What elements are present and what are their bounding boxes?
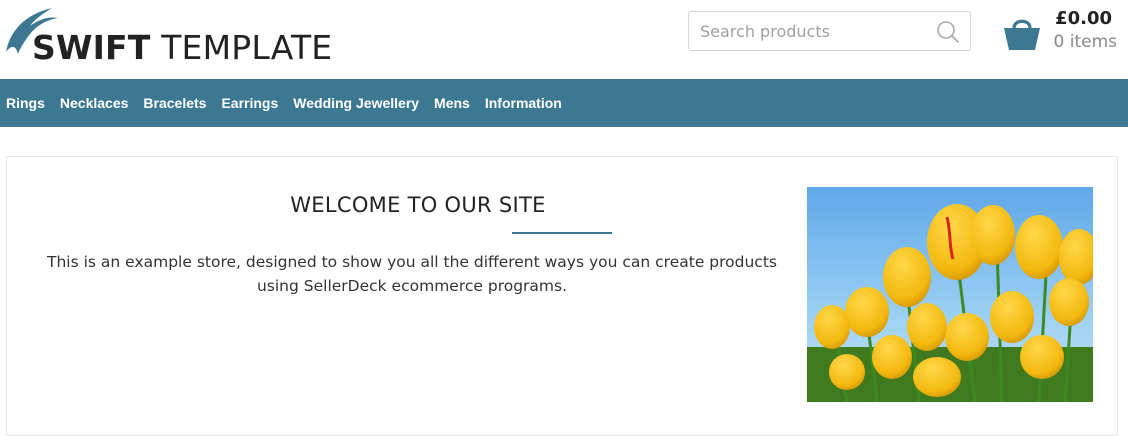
nav-item-information[interactable]: Information — [485, 95, 562, 111]
logo-text: SWIFT TEMPLATE — [32, 28, 333, 67]
site-header: SWIFT TEMPLATE £0.00 0 items — [0, 0, 1128, 79]
nav-item-necklaces[interactable]: Necklaces — [60, 95, 129, 111]
cart-item-count[interactable]: 0 items — [1054, 32, 1117, 52]
search-input[interactable] — [700, 20, 925, 42]
nav-item-wedding-jewellery[interactable]: Wedding Jewellery — [293, 95, 419, 111]
welcome-panel: WELCOME TO OUR SITE This is an example s… — [6, 156, 1118, 436]
basket-icon[interactable] — [1003, 14, 1041, 52]
site-logo[interactable]: SWIFT TEMPLATE — [4, 4, 332, 70]
main-navigation: Rings Necklaces Bracelets Earrings Weddi… — [0, 79, 1128, 127]
tulips-hero-image — [807, 187, 1093, 402]
search-icon[interactable] — [936, 20, 960, 44]
nav-item-mens[interactable]: Mens — [434, 95, 470, 111]
cart-total[interactable]: £0.00 — [1055, 8, 1112, 29]
welcome-text: This is an example store, designed to sh… — [47, 253, 777, 295]
nav-item-earrings[interactable]: Earrings — [221, 95, 278, 111]
search-box — [688, 11, 971, 51]
nav-list: Rings Necklaces Bracelets Earrings Weddi… — [0, 79, 1128, 127]
title-divider — [512, 232, 612, 234]
nav-item-bracelets[interactable]: Bracelets — [143, 95, 206, 111]
welcome-title: WELCOME TO OUR SITE — [290, 193, 546, 217]
nav-item-rings[interactable]: Rings — [6, 95, 45, 111]
